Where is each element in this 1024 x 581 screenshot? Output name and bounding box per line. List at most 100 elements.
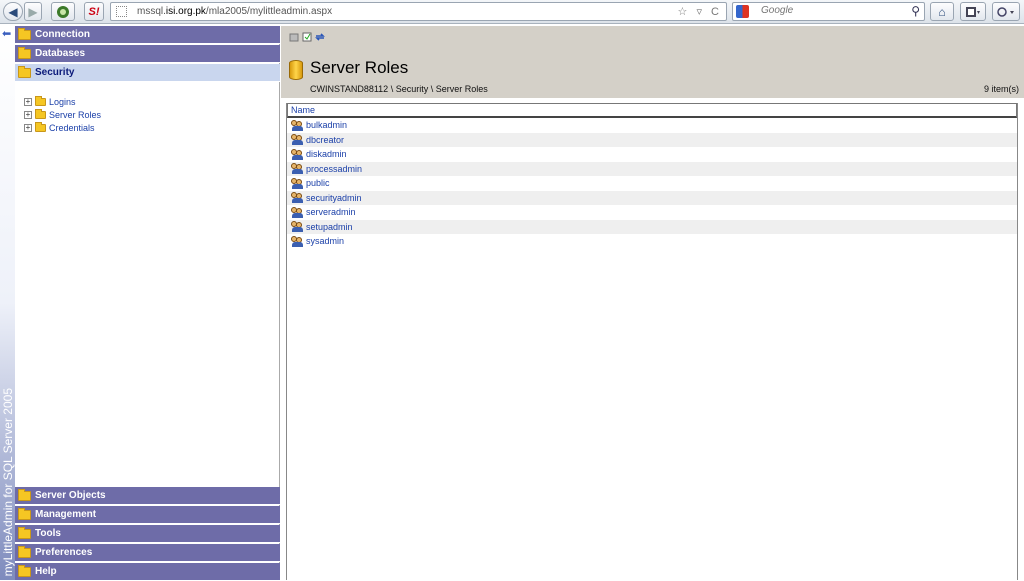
collapse-panel-icon[interactable]: ⬅ [2,27,11,40]
role-name-link[interactable]: serveradmin [306,207,356,217]
folder-icon [18,526,31,539]
role-name-link[interactable]: diskadmin [306,149,347,159]
roles-grid: Name bulkadmin dbcreator diskadmin processa… [286,103,1018,580]
page-title: Server Roles [310,58,409,77]
server-role-icon [291,235,303,247]
nav-section-label: Server Objects [35,490,106,501]
server-role-icon [291,221,303,233]
folder-icon [18,507,31,520]
folder-icon [18,564,31,577]
url-domain: isi.org.pk [165,6,206,17]
tree-item-server-roles[interactable]: + Server Roles [24,108,101,121]
site-identity-icon[interactable] [116,6,127,17]
tree-item-label[interactable]: Logins [49,97,76,107]
table-row[interactable]: diskadmin [287,147,1017,162]
search-icon[interactable]: ⚲ [911,4,920,18]
role-name-link[interactable]: sysadmin [306,236,344,246]
table-row[interactable]: bulkadmin [287,118,1017,133]
server-role-icon [291,119,303,131]
server-role-icon [291,177,303,189]
forward-button[interactable]: ▶ [24,2,42,21]
nav-section-server-objects[interactable]: Server Objects [15,487,280,505]
nav-section-label: Preferences [35,547,93,558]
table-row[interactable]: processadmin [287,161,1017,176]
new-icon[interactable] [289,32,299,42]
nav-section-preferences[interactable]: Preferences [15,544,280,562]
bookmark-star-icon[interactable]: ☆ ▿ C [678,5,722,18]
folder-icon [18,46,31,59]
nav-section-connection[interactable]: Connection [15,26,280,44]
table-row[interactable]: dbcreator [287,132,1017,147]
expand-icon[interactable]: + [24,110,32,119]
back-arrow-icon: ◀ [8,4,18,19]
bookmarks-icon [966,6,980,17]
server-role-icon [291,163,303,175]
s-addon-button[interactable]: S! [84,2,104,21]
table-row[interactable]: sysadmin [287,234,1017,249]
server-role-icon [291,206,303,218]
folder-icon [35,108,46,119]
tree-item-label[interactable]: Credentials [49,123,95,133]
expand-icon[interactable]: + [24,97,32,106]
role-name-link[interactable]: dbcreator [306,135,344,145]
main-toolbar [289,32,325,42]
brand-strip: ⬅ myLittleAdmin for SQL Server 2005 [0,26,15,580]
table-row[interactable]: serveradmin [287,205,1017,220]
item-count: 9 item(s) [983,84,1019,94]
nav-section-help[interactable]: Help [15,563,280,581]
url-path: /mla2005/mylittleadmin.aspx [205,6,333,17]
server-role-icon [291,192,303,204]
browser-toolbar: ◀ ▶ S! mssql.isi.org.pk/mla2005/mylittle… [0,0,1024,24]
addon-circle-button[interactable] [51,2,75,21]
role-name-link[interactable]: setupadmin [306,222,353,232]
nav-section-label: Databases [35,48,86,59]
bookmarks-button[interactable] [960,2,986,21]
role-name-link[interactable]: processadmin [306,164,362,174]
nav-section-tools[interactable]: Tools [15,525,280,543]
nav-section-label: Security [35,67,75,78]
search-bar[interactable]: ⚲ [732,2,925,21]
forward-arrow-icon: ▶ [28,4,38,19]
table-row[interactable]: public [287,176,1017,191]
home-icon: ⌂ [938,4,946,19]
addon-menu-button[interactable] [992,2,1020,21]
table-row[interactable]: setupadmin [287,219,1017,234]
role-name-link[interactable]: public [306,178,330,188]
table-row[interactable]: securityadmin [287,190,1017,205]
addon-circle-icon [57,5,69,18]
nav-panel: Connection Databases Security + Logins + S… [15,26,280,581]
server-role-icon [291,148,303,160]
refresh-icon[interactable] [315,32,325,42]
properties-icon[interactable] [302,32,312,42]
nav-section-label: Connection [35,29,90,40]
breadcrumb: CWINSTAND88112 \ Security \ Server Roles [310,84,488,94]
google-icon[interactable] [736,5,749,18]
role-name-link[interactable]: bulkadmin [306,120,347,130]
folder-icon [35,121,46,132]
server-role-icon [291,134,303,146]
nav-section-security[interactable]: Security [15,64,280,82]
url-text[interactable]: mssql.isi.org.pk/mla2005/mylittleadmin.a… [137,6,332,17]
brand-text: myLittleAdmin for SQL Server 2005 [1,387,15,576]
url-bar[interactable]: mssql.isi.org.pk/mla2005/mylittleadmin.a… [110,2,727,21]
tree-item-label[interactable]: Server Roles [49,110,101,120]
role-name-link[interactable]: securityadmin [306,193,362,203]
search-input[interactable] [761,5,901,16]
folder-icon [18,27,31,40]
folder-open-icon [18,65,31,78]
nav-section-databases[interactable]: Databases [15,45,280,63]
nav-section-label: Tools [35,528,61,539]
column-header-name[interactable]: Name [287,103,1017,118]
server-roles-icon [289,60,303,80]
tree-item-logins[interactable]: + Logins [24,95,101,108]
tree-item-credentials[interactable]: + Credentials [24,121,101,134]
nav-section-management[interactable]: Management [15,506,280,524]
s-addon-label: S! [88,5,100,18]
expand-icon[interactable]: + [24,123,32,132]
folder-icon [35,95,46,106]
folder-icon [18,488,31,501]
url-prefix: mssql. [137,6,166,17]
back-button[interactable]: ◀ [3,2,23,21]
home-button[interactable]: ⌂ [930,2,954,21]
roles-list: bulkadmin dbcreator diskadmin processadmin p… [287,118,1017,249]
